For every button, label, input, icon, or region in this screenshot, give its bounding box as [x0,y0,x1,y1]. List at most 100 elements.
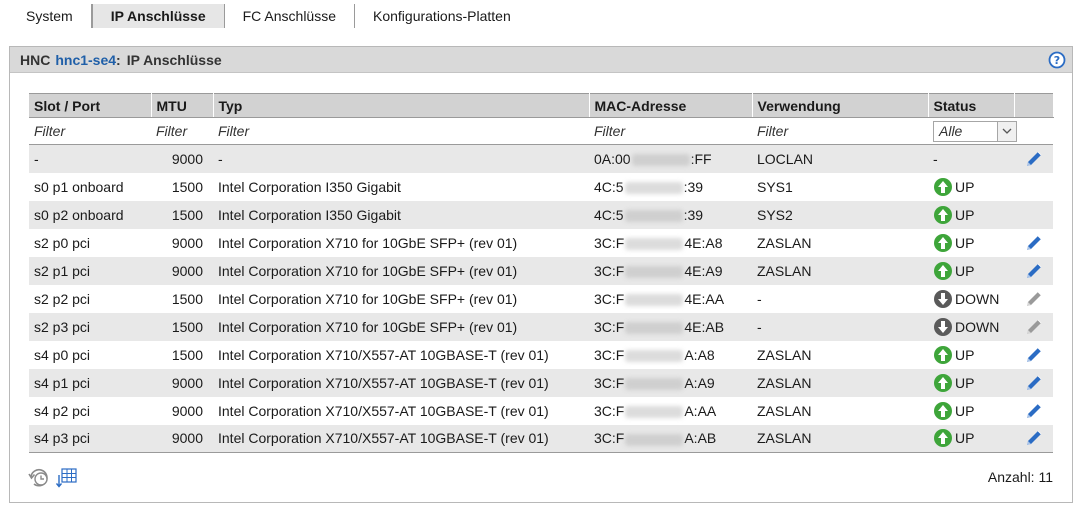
tab-system[interactable]: System [8,4,92,28]
tab-ip-anschluesse[interactable]: IP Anschlüsse [91,4,225,28]
table-export-icon[interactable] [56,467,78,489]
cell-edit [1014,256,1053,285]
mac-redacted [624,181,683,194]
cell-typ: Intel Corporation X710/X557-AT 10GBASE-T… [213,396,589,425]
cell-slot: s2 p0 pci [29,228,151,257]
mac-redacted [631,154,690,167]
cell-mtu: 9000 [151,368,213,397]
edit-pencil-icon[interactable] [1023,428,1045,448]
filter-typ-input[interactable]: Filter [213,117,589,145]
edit-pencil-icon[interactable] [1023,373,1045,393]
table-filter-row: Filter Filter Filter Filter Filter Alle [29,117,1053,145]
filter-verwendung-input[interactable]: Filter [752,117,928,145]
edit-pencil-disabled-icon [1026,291,1041,306]
tab-konfigurations-platten[interactable]: Konfigurations-Platten [355,4,529,28]
cell-slot: s0 p2 onboard [29,200,151,229]
cell-edit [1014,368,1053,397]
status-up-icon [934,345,952,364]
table-row[interactable]: s4 p2 pci 9000 Intel Corporation X710/X5… [29,396,1053,425]
filter-mtu-input[interactable]: Filter [151,117,213,145]
status-label: UP [955,234,975,251]
cell-edit [1014,340,1053,369]
edit-pencil-icon[interactable] [1023,149,1045,169]
table-row[interactable]: s2 p0 pci 9000 Intel Corporation X710 fo… [29,228,1053,257]
cell-typ: Intel Corporation I350 Gigabit [213,200,589,229]
panel-header: HNC hnc1-se4 : IP Anschlüsse ? [10,47,1072,73]
mac-suffix: 4E:AB [684,318,725,335]
mac-prefix: 3C:F [594,290,625,307]
footer-toolbar [28,467,78,489]
cell-verwendung: - [752,284,928,313]
cell-slot: s4 p1 pci [29,368,151,397]
cell-status: UP [928,172,1014,201]
table-row[interactable]: s0 p1 onboard 1500 Intel Corporation I35… [29,172,1053,201]
cell-edit [1014,396,1053,425]
table-row[interactable]: s0 p2 onboard 1500 Intel Corporation I35… [29,200,1053,229]
tab-fc-anschluesse[interactable]: FC Anschlüsse [225,4,355,28]
cell-mac: 3C:F A:AB [589,424,752,453]
status-label: UP [955,346,975,363]
mac-prefix: 4C:5 [594,178,624,195]
cell-status: UP [928,340,1014,369]
status-up-icon [934,233,952,252]
table-row[interactable]: s2 p3 pci 1500 Intel Corporation X710 fo… [29,312,1053,341]
status-up-icon [934,373,952,392]
cell-mac: 3C:F A:A8 [589,340,752,369]
table-row[interactable]: s2 p2 pci 1500 Intel Corporation X710 fo… [29,284,1053,313]
cell-verwendung: ZASLAN [752,368,928,397]
mac-redacted [625,321,684,334]
ip-connections-panel: HNC hnc1-se4 : IP Anschlüsse ? Slot / Po… [9,46,1073,503]
cell-status: DOWN [928,312,1014,341]
filter-status-cell: Alle [928,117,1017,145]
mac-suffix: :FF [690,150,712,167]
table-row[interactable]: - 9000 - 0A:00:FF LOCLAN - [29,144,1053,173]
status-label: DOWN [955,290,1000,307]
edit-pencil-icon[interactable] [1023,401,1045,421]
mac-prefix: 3C:F [594,234,625,251]
mac-prefix: 3C:F [594,346,625,363]
cell-status: UP [928,424,1014,453]
mac-prefix: 4C:5 [594,206,624,223]
col-header-status[interactable]: Status [928,93,1015,118]
cell-slot: s0 p1 onboard [29,172,151,201]
cell-mtu: 9000 [151,396,213,425]
edit-pencil-icon[interactable] [1023,261,1045,281]
col-header-mac-adresse[interactable]: MAC-Adresse [589,93,753,118]
status-label: - [933,150,938,167]
filter-status-select[interactable]: Alle [933,120,1017,142]
refresh-clock-icon[interactable] [28,467,52,489]
cell-mtu: 9000 [151,256,213,285]
cell-verwendung: ZASLAN [752,396,928,425]
mac-redacted [625,349,684,362]
help-icon[interactable]: ? [1048,51,1066,69]
chevron-down-icon[interactable] [997,121,1016,141]
cell-edit [1014,228,1053,257]
col-header-typ[interactable]: Typ [213,93,590,118]
cell-status: UP [928,396,1014,425]
row-count: Anzahl: 11 [987,469,1053,485]
table-row[interactable]: s2 p1 pci 9000 Intel Corporation X710 fo… [29,256,1053,285]
cell-verwendung: - [752,312,928,341]
top-tab-bar: System IP Anschlüsse FC Anschlüsse Konfi… [8,4,529,30]
status-label: UP [955,262,975,279]
cell-verwendung: SYS2 [752,200,928,229]
table-row[interactable]: s4 p3 pci 9000 Intel Corporation X710/X5… [29,424,1053,453]
filter-slot-input[interactable]: Filter [29,117,151,145]
table-row[interactable]: s4 p0 pci 1500 Intel Corporation X710/X5… [29,340,1053,369]
mac-prefix: 3C:F [594,374,625,391]
col-header-slot-port[interactable]: Slot / Port [29,93,152,118]
host-link[interactable]: hnc1-se4 [55,52,116,68]
table-row[interactable]: s4 p1 pci 9000 Intel Corporation X710/X5… [29,368,1053,397]
filter-mac-input[interactable]: Filter [589,117,752,145]
edit-pencil-icon[interactable] [1023,233,1045,253]
col-header-verwendung[interactable]: Verwendung [752,93,929,118]
cell-verwendung: ZASLAN [752,256,928,285]
cell-status: UP [928,256,1014,285]
mac-prefix: 3C:F [594,318,625,335]
mac-suffix: A:AA [684,402,717,419]
mac-suffix: :39 [683,206,704,223]
cell-slot: s2 p2 pci [29,284,151,313]
mac-suffix: 4E:A8 [684,234,723,251]
edit-pencil-icon[interactable] [1023,345,1045,365]
col-header-mtu[interactable]: MTU [151,93,214,118]
